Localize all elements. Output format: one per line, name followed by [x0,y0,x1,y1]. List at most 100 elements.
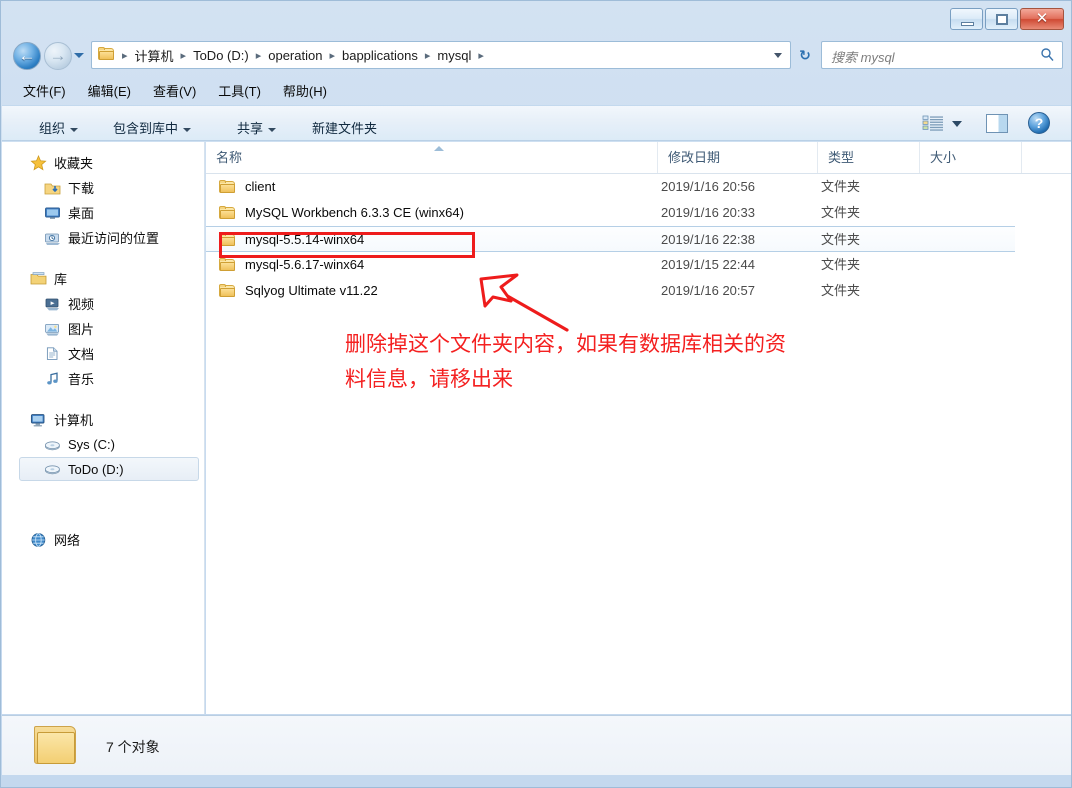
sidebar-group-label: 收藏夹 [54,156,94,171]
chevron-down-icon [183,127,192,132]
sidebar-item-label: 文档 [68,347,95,362]
status-item-count: 7 个对象 [106,739,160,755]
menu-item-1[interactable]: 编辑(E) [84,79,135,102]
file-name-text: mysql-5.5.14-winx64 [245,232,365,247]
menu-item-3[interactable]: 工具(T) [214,79,265,102]
table-row[interactable]: Sqlyog Ultimate v11.22 2019/1/16 20:57 文件夹 [206,278,1071,304]
search-placeholder-text: 搜索 mysql [831,50,895,65]
new-folder-label: 新建文件夹 [312,121,378,136]
preview-pane-button[interactable] [986,114,1008,133]
include-in-library-label: 包含到库中 [113,121,179,136]
table-row[interactable]: mysql-5.6.17-winx64 2019/1/15 22:44 文件夹 [206,252,1071,278]
sidebar-item-视频[interactable]: 视频 [2,291,204,316]
refresh-icon: ↻ [799,47,811,63]
include-in-library-button[interactable]: 包含到库中 [106,114,198,141]
sidebar-item-label: 音乐 [68,372,95,387]
folder-icon [219,284,236,298]
change-view-button[interactable] [922,114,944,134]
chevron-down-icon [70,127,79,132]
sidebar-item-label: 图片 [68,322,95,337]
forward-arrow-icon: → [49,46,67,65]
menu-item-2[interactable]: 查看(V) [149,79,200,102]
close-button[interactable]: ✕ [1020,8,1064,30]
breadcrumb-separator[interactable]: ▸ [177,49,191,62]
sidebar-item-Sys (C:)[interactable]: Sys (C:) [2,432,204,457]
maximize-button[interactable] [985,8,1018,30]
address-dropdown-icon[interactable] [774,53,782,58]
recent-locations-dropdown-icon[interactable] [74,53,84,58]
address-input[interactable]: ▸ 计算机 ▸ ToDo (D:) ▸ operation ▸ bapplications ▸ m… [91,41,791,69]
recent-places-icon [44,230,62,246]
sidebar-group-库[interactable]: 库 [2,266,204,291]
column-header-filler [1022,142,1071,173]
sidebar-group-spacer [2,250,204,266]
breadcrumb-separator[interactable]: ▸ [252,49,266,62]
computer-icon [30,412,48,428]
sidebar-item-最近访问的位置[interactable]: 最近访问的位置 [2,225,204,250]
column-header-name[interactable]: 名称 [206,142,658,173]
sidebar-item-下载[interactable]: 下载 [2,175,204,200]
network-icon [30,532,48,548]
file-name-cell: mysql-5.6.17-winx64 [219,252,364,278]
new-folder-button[interactable]: 新建文件夹 [305,114,384,141]
breadcrumb-item-0[interactable]: 计算机 [132,44,177,67]
share-button[interactable]: 共享 [230,114,283,141]
minimize-button[interactable] [950,8,983,30]
table-row[interactable]: client 2019/1/16 20:56 文件夹 [206,174,1071,200]
forward-button[interactable]: → [44,42,72,70]
music-library-icon [44,371,62,387]
breadcrumb-separator[interactable]: ▸ [118,49,132,62]
minimize-icon [961,22,974,26]
sidebar-item-桌面[interactable]: 桌面 [2,200,204,225]
file-name-text: mysql-5.6.17-winx64 [245,257,365,272]
sidebar-item-图片[interactable]: 图片 [2,316,204,341]
column-header-type[interactable]: 类型 [818,142,920,173]
help-button[interactable]: ? [1028,112,1050,134]
folder-icon [219,206,236,220]
breadcrumb-item-1[interactable]: ToDo (D:) [190,46,252,65]
pictures-library-icon [44,321,62,337]
file-rows: client 2019/1/16 20:56 文件夹 MySQL Workbench … [206,174,1071,304]
status-folder-icon [34,724,80,766]
sort-ascending-icon [434,146,444,151]
breadcrumb-separator[interactable]: ▸ [325,49,339,62]
file-name-text: client [245,179,276,194]
sidebar-group-label: 网络 [54,533,81,548]
breadcrumb-separator[interactable]: ▸ [474,49,488,62]
breadcrumb-item-4[interactable]: mysql [434,46,474,65]
breadcrumb-item-3[interactable]: bapplications [339,46,421,65]
column-header-size[interactable]: 大小 [920,142,1022,173]
organize-label: 组织 [39,121,66,136]
view-options-chevron-down-icon[interactable] [952,121,962,127]
back-arrow-icon: ← [18,46,36,65]
nav-top-spacer [2,142,204,150]
table-row[interactable]: MySQL Workbench 6.3.3 CE (winx64) 2019/1/… [206,200,1071,226]
refresh-button[interactable]: ↻ [793,41,817,69]
sidebar-item-文档[interactable]: 文档 [2,341,204,366]
file-type-cell: 文件夹 [821,232,861,247]
file-name-text: MySQL Workbench 6.3.3 CE (winx64) [245,205,464,220]
menu-item-4[interactable]: 帮助(H) [279,79,331,102]
close-icon: ✕ [1035,10,1049,27]
sidebar-group-计算机[interactable]: 计算机 [2,407,204,432]
maximize-icon [996,14,1008,25]
file-name-cell: mysql-5.5.14-winx64 [219,227,364,253]
file-type-cell: 文件夹 [821,283,861,298]
sidebar-group-收藏夹[interactable]: 收藏夹 [2,150,204,175]
sidebar-item-label: 下载 [68,181,95,196]
file-name-text: Sqlyog Ultimate v11.22 [245,283,378,298]
navigation-pane[interactable]: 收藏夹下载桌面 最近访问的位置库视频图片文档音乐计算机 Sys (C:) ToDo (… [2,142,205,714]
breadcrumb-item-2[interactable]: operation [265,46,325,65]
sidebar-group-网络[interactable]: 网络 [2,527,204,552]
organize-button[interactable]: 组织 [32,114,85,141]
file-list-pane[interactable]: 名称 修改日期 类型 大小 client 2019/1/16 20:56 文件夹 My… [206,142,1071,714]
sidebar-item-音乐[interactable]: 音乐 [2,366,204,391]
file-date-cell: 2019/1/15 22:44 [661,257,755,272]
search-input[interactable]: 搜索 mysql [821,41,1063,69]
sidebar-item-ToDo (D:)[interactable]: ToDo (D:) [19,457,199,481]
menu-item-0[interactable]: 文件(F) [19,79,70,102]
breadcrumb-separator[interactable]: ▸ [421,49,435,62]
table-row[interactable]: mysql-5.5.14-winx64 2019/1/16 22:38 文件夹 [206,226,1015,252]
back-button[interactable]: ← [13,42,41,70]
column-header-date[interactable]: 修改日期 [658,142,818,173]
